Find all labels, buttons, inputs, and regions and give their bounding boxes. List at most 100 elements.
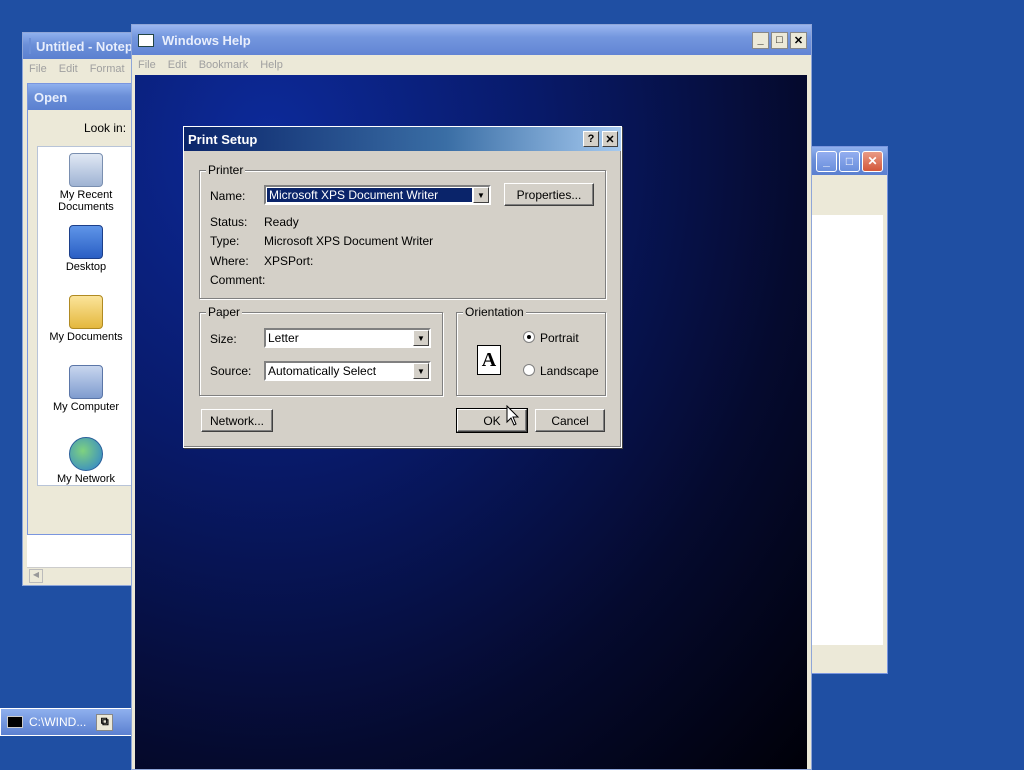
background-window-content [811, 215, 883, 645]
notepad-menubar: File Edit Format [23, 59, 143, 79]
my-documents-icon [69, 295, 103, 329]
notepad-horizontal-scrollbar[interactable]: ◀ [27, 567, 139, 583]
help-app-icon [138, 33, 154, 47]
recent-documents-icon [69, 153, 103, 187]
places-recent-documents[interactable]: My Recent Documents [40, 153, 132, 213]
printer-name-select[interactable]: Microsoft XPS Document Writer ▼ [264, 185, 491, 205]
places-recent-documents-label: My Recent Documents [58, 189, 114, 213]
help-minimize-button[interactable]: _ [752, 31, 769, 49]
places-my-network-label: My Network [56, 473, 116, 485]
restore-icon: ⧉ [100, 715, 109, 728]
portrait-radio[interactable] [523, 331, 535, 343]
status-value: Ready [264, 215, 299, 229]
paper-group-label: Paper [206, 305, 243, 319]
close-button[interactable]: ✕ [862, 150, 883, 172]
dialog-close-button[interactable]: ✕ [602, 131, 618, 147]
mouse-cursor-icon [506, 405, 520, 426]
network-button-label: Network... [209, 413, 264, 428]
background-window-status-bar [811, 649, 883, 667]
close-icon: ✕ [605, 133, 615, 146]
scroll-left-icon[interactable]: ◀ [29, 569, 43, 583]
printer-group-label: Printer [206, 163, 246, 177]
places-my-network[interactable]: My Network [40, 437, 132, 485]
paper-group: Paper [199, 305, 443, 396]
help-title: Windows Help [162, 32, 251, 48]
places-bar: My Recent Documents Desktop My Documents… [37, 146, 135, 486]
help-title-bar[interactable]: Windows Help _ □ ✕ [132, 25, 811, 55]
cmd-minimized-window[interactable]: C:\WIND... ⧉ [0, 708, 132, 736]
notepad-menu-format[interactable]: Format [84, 63, 131, 75]
places-my-documents-label: My Documents [49, 331, 123, 343]
orientation-preview-letter: A [481, 348, 497, 371]
notepad-menu-edit[interactable]: Edit [53, 63, 84, 75]
chevron-down-icon[interactable]: ▼ [413, 363, 429, 379]
notepad-title-bar[interactable]: Untitled - Notepad [23, 33, 148, 59]
landscape-label[interactable]: Landscape [540, 364, 599, 378]
places-my-documents[interactable]: My Documents [40, 295, 132, 343]
background-window-title-bar[interactable]: _ □ ✕ [807, 147, 887, 175]
notepad-menu-file[interactable]: File [23, 63, 53, 75]
close-icon: ✕ [793, 34, 804, 47]
paper-size-value: Letter [268, 331, 299, 345]
places-my-computer-label: My Computer [52, 401, 120, 413]
notepad-text-area[interactable] [27, 533, 139, 567]
maximize-icon: □ [776, 34, 783, 46]
question-icon: ? [587, 133, 595, 145]
name-label: Name: [210, 189, 246, 203]
cmd-window-label: C:\WIND... [29, 715, 87, 729]
close-icon: ✕ [867, 154, 878, 168]
open-dialog-title: Open [34, 89, 68, 105]
open-dialog[interactable]: Open Look in: My Recent Documents Deskto… [27, 83, 144, 535]
status-label: Status: [210, 215, 248, 229]
help-menubar: File Edit Bookmark Help [132, 55, 811, 75]
comment-label: Comment: [210, 273, 266, 287]
my-network-icon [69, 437, 103, 471]
orientation-group-label: Orientation [463, 305, 526, 319]
background-window-header-row [811, 197, 883, 216]
properties-button[interactable]: Properties... [504, 183, 594, 206]
maximize-icon: □ [845, 154, 854, 168]
background-window-right[interactable]: _ □ ✕ [806, 146, 888, 674]
help-close-button[interactable]: ✕ [790, 31, 807, 49]
print-setup-title: Print Setup [188, 131, 258, 147]
desktop-icon [69, 225, 103, 259]
help-menu-help[interactable]: Help [254, 59, 289, 71]
places-desktop-label: Desktop [65, 261, 107, 273]
minimize-icon: _ [757, 34, 764, 46]
paper-source-select[interactable]: Automatically Select ▼ [264, 361, 431, 381]
look-in-label: Look in: [84, 121, 127, 135]
places-my-computer[interactable]: My Computer [40, 365, 132, 413]
network-button[interactable]: Network... [201, 409, 273, 432]
places-desktop[interactable]: Desktop [40, 225, 132, 273]
paper-size-select[interactable]: Letter ▼ [264, 328, 431, 348]
help-question-button[interactable]: ? [583, 131, 599, 147]
help-menu-edit[interactable]: Edit [162, 59, 193, 71]
open-dialog-title-bar[interactable]: Open [28, 84, 143, 110]
maximize-button[interactable]: □ [839, 150, 860, 172]
type-value: Microsoft XPS Document Writer [264, 234, 434, 248]
paper-source-value: Automatically Select [268, 364, 377, 378]
ok-button-label: OK [483, 413, 501, 428]
help-menu-bookmark[interactable]: Bookmark [193, 59, 255, 71]
help-menu-file[interactable]: File [132, 59, 162, 71]
restore-button[interactable]: ⧉ [96, 713, 114, 731]
cancel-button[interactable]: Cancel [535, 409, 605, 432]
chevron-down-icon[interactable]: ▼ [413, 330, 429, 346]
print-setup-dialog[interactable]: Print Setup ? ✕ Printer Name: Microsoft … [183, 126, 622, 448]
printer-name-value: Microsoft XPS Document Writer [267, 188, 472, 202]
minimize-icon: _ [823, 154, 830, 168]
print-setup-title-bar[interactable]: Print Setup ? ✕ [184, 127, 621, 151]
minimize-button[interactable]: _ [816, 150, 837, 172]
cancel-button-label: Cancel [551, 413, 589, 428]
properties-button-label: Properties... [516, 187, 582, 202]
notepad-app-icon [29, 38, 31, 54]
chevron-down-icon[interactable]: ▼ [473, 187, 489, 203]
portrait-label[interactable]: Portrait [540, 331, 579, 345]
landscape-radio[interactable] [523, 364, 535, 376]
where-value: XPSPort: [264, 254, 314, 268]
source-label: Source: [210, 364, 252, 378]
where-label: Where: [210, 254, 249, 268]
help-maximize-button[interactable]: □ [771, 31, 788, 49]
orientation-preview-icon: A [477, 345, 501, 375]
size-label: Size: [210, 332, 237, 346]
